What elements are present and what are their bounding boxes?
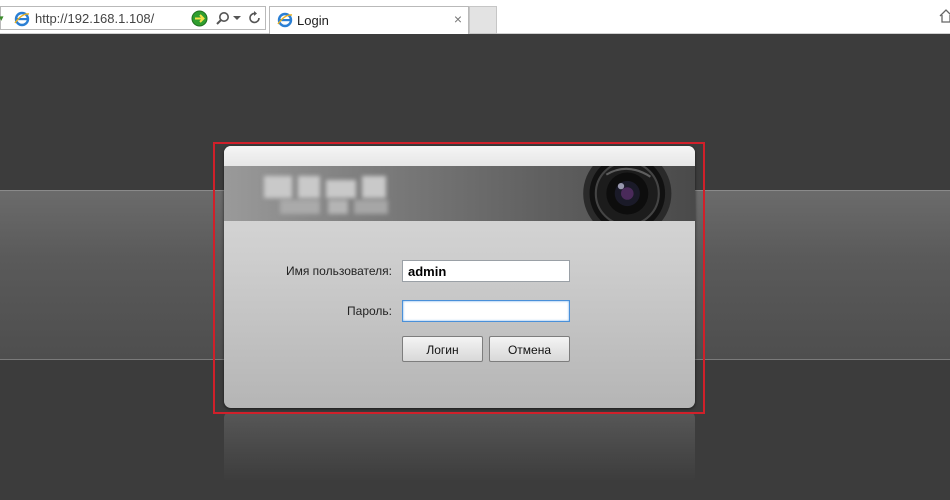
- address-dropdown-icon[interactable]: ▾: [0, 12, 7, 24]
- new-tab-button[interactable]: [469, 6, 497, 34]
- search-icon[interactable]: [215, 11, 230, 26]
- tab-title: Login: [297, 13, 329, 28]
- tab-login[interactable]: Login ×: [269, 6, 469, 34]
- ie-icon: [14, 11, 30, 27]
- green-go-icon[interactable]: [191, 10, 208, 27]
- refresh-icon[interactable]: [247, 10, 262, 26]
- close-tab-icon[interactable]: ×: [452, 12, 464, 26]
- ie-icon: [277, 12, 293, 28]
- highlight-frame: [213, 142, 705, 414]
- dialog-reflection: [224, 412, 695, 482]
- browser-toolbar: ▾ http://192.168.1.108/ Login ×: [0, 0, 950, 34]
- search-dropdown-icon[interactable]: [233, 14, 241, 22]
- page-background: Имя пользователя: Пароль: Логин Отмена: [0, 34, 950, 500]
- address-bar[interactable]: ▾ http://192.168.1.108/: [0, 6, 266, 30]
- address-url[interactable]: http://192.168.1.108/: [35, 11, 154, 27]
- home-icon[interactable]: [938, 8, 950, 24]
